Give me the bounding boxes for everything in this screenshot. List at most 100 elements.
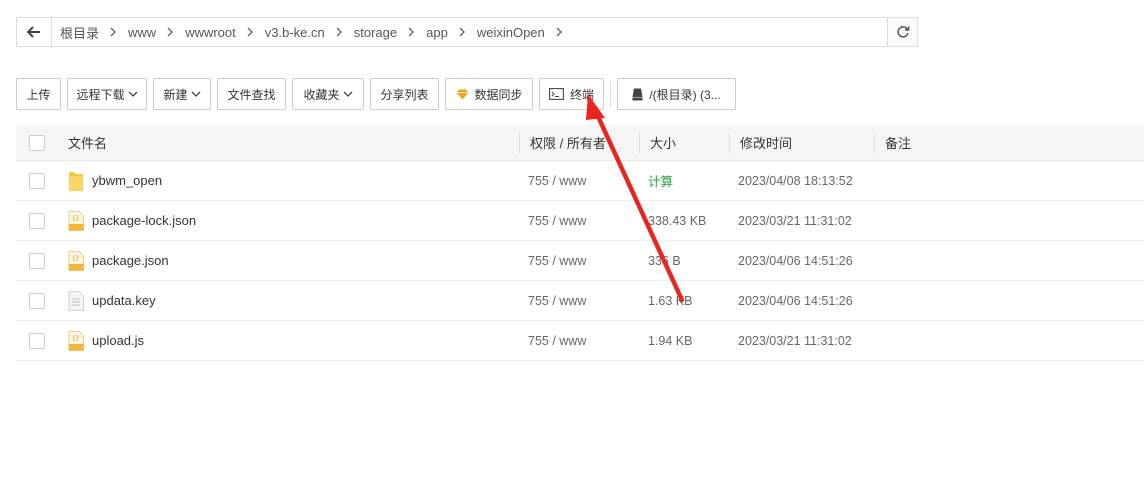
header-perm[interactable]: 权限 / 所有者	[520, 125, 640, 161]
share-list-button[interactable]: 分享列表	[370, 78, 439, 110]
svg-text:{}: {}	[72, 255, 79, 262]
header-size-label: 大小	[650, 136, 677, 151]
favorites-label: 收藏夹	[303, 87, 340, 102]
remote-download-button[interactable]: 远程下载	[67, 78, 147, 110]
breadcrumb-app[interactable]: app	[426, 25, 448, 40]
table-row[interactable]: {} package-lock.json 755 / www 338.43 KB…	[16, 201, 1144, 241]
row-checkbox-cell	[16, 161, 58, 201]
row-perm[interactable]: 755 / www	[520, 241, 640, 281]
disk-label: /(根目录) (3...	[649, 87, 721, 102]
terminal-icon	[549, 88, 564, 100]
chevron-right-icon	[408, 27, 415, 37]
chevron-right-icon	[556, 27, 563, 37]
new-button[interactable]: 新建	[153, 78, 211, 110]
chevron-down-icon	[128, 91, 138, 98]
row-name-cell: {} package.json	[58, 241, 520, 281]
row-mtime: 2023/03/21 11:31:02	[738, 213, 852, 228]
data-sync-button[interactable]: 数据同步	[445, 78, 533, 110]
row-size: 338.43 KB	[648, 213, 707, 228]
breadcrumb-root[interactable]: 根目录	[60, 23, 99, 42]
breadcrumb-wwwroot[interactable]: wwwroot	[185, 25, 236, 40]
chevron-right-icon	[336, 27, 343, 37]
file-search-button[interactable]: 文件查找	[217, 78, 286, 110]
select-all-checkbox[interactable]	[29, 134, 45, 151]
upload-label: 上传	[26, 87, 51, 102]
header-size[interactable]: 大小	[640, 125, 730, 161]
header-mtime[interactable]: 修改时间	[730, 125, 875, 161]
calculate-size-link[interactable]: 计算	[648, 171, 673, 190]
table-row[interactable]: ybwm_open 755 / www 计算 2023/04/08 18:13:…	[16, 161, 1144, 201]
row-checkbox-cell	[16, 241, 58, 281]
chevron-right-icon	[167, 27, 174, 37]
row-checkbox[interactable]	[29, 292, 45, 309]
js-file-icon: {}	[68, 330, 84, 351]
svg-text:{}: {}	[72, 335, 79, 342]
disk-button[interactable]: /(根目录) (3...	[617, 78, 736, 110]
file-name[interactable]: package.json	[92, 253, 169, 268]
row-perm[interactable]: 755 / www	[520, 201, 640, 241]
terminal-label: 终端	[570, 87, 595, 102]
row-checkbox-cell	[16, 201, 58, 241]
row-perm[interactable]: 755 / www	[520, 281, 640, 321]
new-label: 新建	[163, 87, 188, 102]
row-perm[interactable]: 755 / www	[520, 161, 640, 201]
toolbar: 上传 远程下载 新建 文件查找 收藏夹 分享列表 数据同步 终端 /(根目录) …	[16, 78, 742, 110]
json-file-icon: {}	[68, 250, 84, 271]
row-size: 1.94 KB	[648, 333, 693, 348]
favorites-button[interactable]: 收藏夹	[292, 78, 364, 110]
row-name-cell: {} upload.js	[58, 321, 520, 361]
remote-download-label: 远程下载	[76, 87, 125, 102]
row-mtime: 2023/04/06 14:51:26	[738, 253, 853, 268]
row-size: 1.63 KB	[648, 293, 693, 308]
chevron-right-icon	[247, 27, 254, 37]
terminal-button[interactable]: 终端	[539, 78, 604, 110]
table-row[interactable]: {} upload.js 755 / www 1.94 KB 2023/03/2…	[16, 321, 1144, 361]
row-name-cell: ybwm_open	[58, 161, 520, 201]
toolbar-divider	[610, 81, 611, 107]
row-checkbox[interactable]	[29, 332, 45, 349]
refresh-icon	[896, 26, 909, 38]
row-name-cell: updata.key	[58, 281, 520, 321]
header-mtime-label: 修改时间	[740, 136, 793, 151]
file-name[interactable]: package-lock.json	[92, 213, 196, 228]
row-checkbox-cell	[16, 281, 58, 321]
diamond-icon	[456, 89, 469, 100]
breadcrumb-site[interactable]: v3.b-ke.cn	[265, 25, 325, 40]
arrow-left-icon	[27, 26, 40, 38]
file-name[interactable]: ybwm_open	[92, 173, 162, 188]
path-bar: 根目录 www wwwroot v3.b-ke.cn storage app w…	[16, 17, 918, 47]
file-name[interactable]: upload.js	[92, 333, 144, 348]
chevron-down-icon	[191, 91, 201, 98]
breadcrumb: 根目录 www wwwroot v3.b-ke.cn storage app w…	[52, 18, 887, 46]
header-name[interactable]: 文件名	[58, 125, 520, 161]
breadcrumb-www[interactable]: www	[128, 25, 156, 40]
disk-icon	[632, 88, 643, 101]
row-perm[interactable]: 755 / www	[520, 321, 640, 361]
row-size: 计算	[640, 161, 730, 201]
row-checkbox[interactable]	[29, 252, 45, 269]
json-file-icon: {}	[68, 210, 84, 231]
svg-text:{}: {}	[72, 215, 79, 222]
share-list-label: 分享列表	[380, 87, 429, 102]
chevron-right-icon	[459, 27, 466, 37]
refresh-button[interactable]	[887, 18, 917, 46]
table-row[interactable]: updata.key 755 / www 1.63 KB 2023/04/06 …	[16, 281, 1144, 321]
row-checkbox[interactable]	[29, 172, 45, 189]
breadcrumb-weixinopen[interactable]: weixinOpen	[477, 25, 545, 40]
file-table-body: ybwm_open 755 / www 计算 2023/04/08 18:13:…	[16, 161, 1144, 361]
breadcrumb-storage[interactable]: storage	[354, 25, 397, 40]
file-table-header: 文件名 权限 / 所有者 大小 修改时间 备注	[16, 125, 1144, 161]
chevron-down-icon	[343, 91, 353, 98]
file-name[interactable]: updata.key	[92, 293, 156, 308]
row-size: 336 B	[648, 253, 681, 268]
folder-icon	[69, 171, 83, 191]
row-checkbox[interactable]	[29, 212, 45, 229]
back-button[interactable]	[17, 18, 52, 46]
header-note-label: 备注	[885, 136, 912, 151]
row-mtime: 2023/03/21 11:31:02	[738, 333, 852, 348]
table-row[interactable]: {} package.json 755 / www 336 B 2023/04/…	[16, 241, 1144, 281]
upload-button[interactable]: 上传	[16, 78, 61, 110]
row-name-cell: {} package-lock.json	[58, 201, 520, 241]
header-note: 备注	[875, 125, 1115, 161]
row-checkbox-cell	[16, 321, 58, 361]
